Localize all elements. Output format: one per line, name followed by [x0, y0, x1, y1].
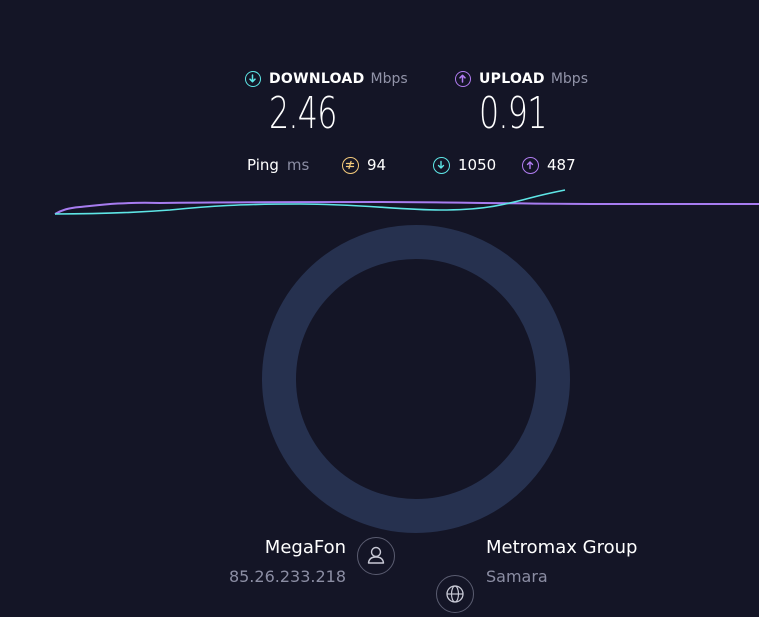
download-metric: DOWNLOAD Mbps [245, 71, 408, 87]
ping-idle-value: 94 [367, 156, 387, 174]
download-arrow-icon [245, 71, 261, 87]
download-title: DOWNLOAD [269, 71, 365, 87]
user-icon[interactable] [357, 537, 395, 575]
download-value: 2.46 [269, 88, 337, 139]
ping-upload: 487 [522, 156, 576, 174]
provider-name: MegaFon [264, 537, 346, 558]
download-arrow-icon [433, 156, 450, 174]
ping-label: Ping [247, 156, 279, 174]
ping-jitter-icon [342, 156, 359, 174]
upload-arrow-icon [455, 71, 471, 87]
upload-unit: Mbps [550, 71, 588, 87]
ping-row: Ping ms [247, 156, 309, 174]
ping-unit: ms [286, 156, 310, 174]
ping-upload-value: 487 [547, 156, 576, 174]
upload-value: 0.91 [479, 88, 547, 139]
download-unit: Mbps [370, 71, 408, 87]
globe-icon[interactable] [436, 575, 474, 613]
server-name[interactable]: Metromax Group [486, 537, 637, 558]
ping-download-value: 1050 [458, 156, 497, 174]
upload-header: UPLOAD Mbps [455, 71, 588, 87]
upload-metric: UPLOAD Mbps [455, 71, 588, 87]
server-location: Samara [486, 567, 548, 586]
upload-arrow-icon [522, 156, 539, 174]
speed-gauge [262, 225, 570, 533]
upload-title: UPLOAD [479, 71, 545, 87]
provider-ip: 85.26.233.218 [228, 567, 346, 586]
speed-graph [54, 189, 759, 215]
ping-download: 1050 [433, 156, 496, 174]
upload-graph-line [54, 200, 759, 215]
ping-idle: 94 [342, 156, 386, 174]
download-header: DOWNLOAD Mbps [245, 71, 408, 87]
